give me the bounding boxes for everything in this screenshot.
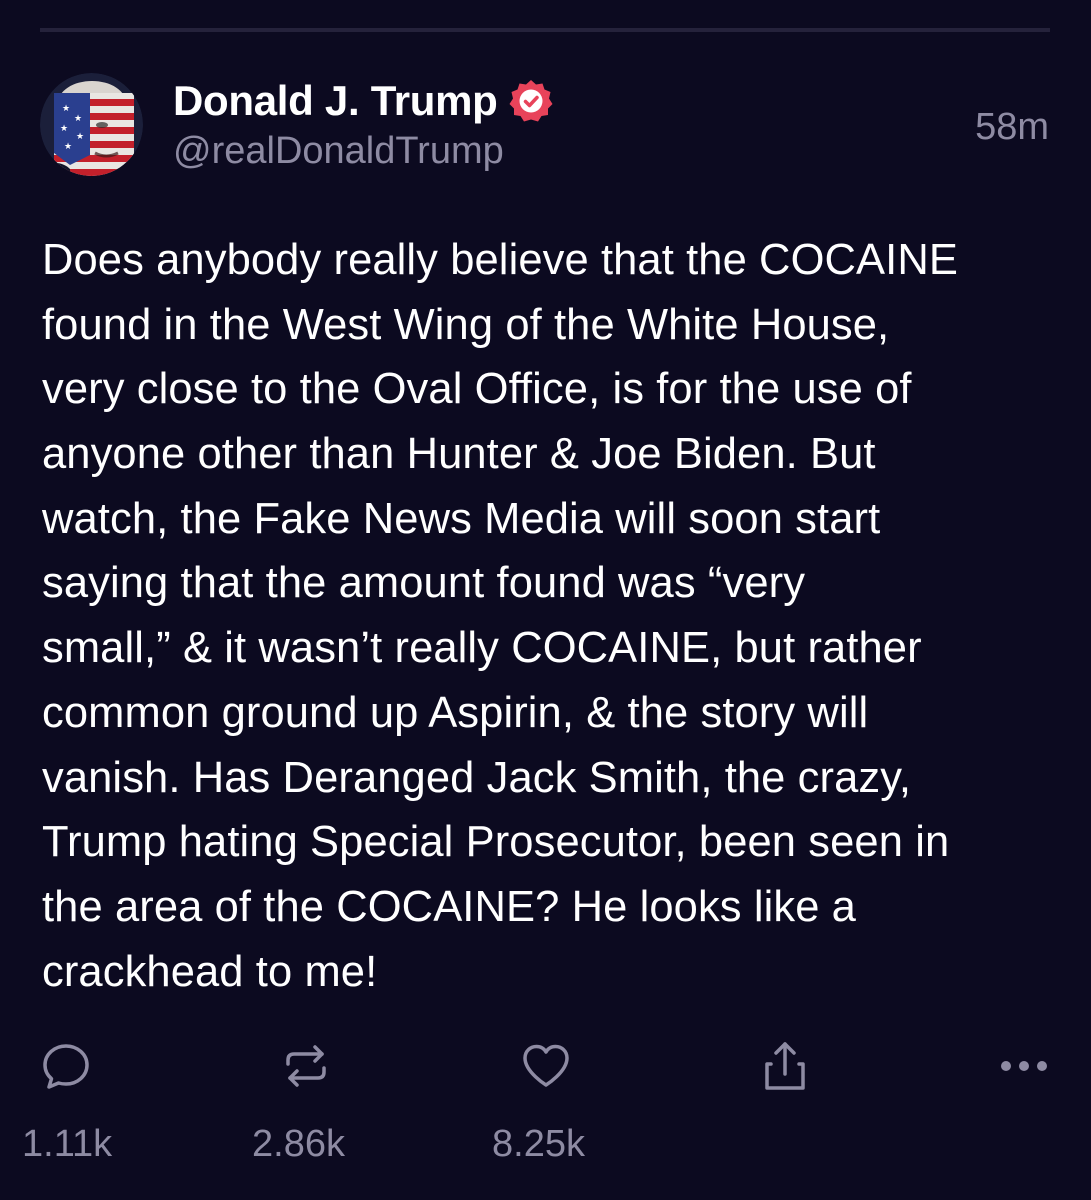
author-name-row: Donald J. Trump [173, 74, 554, 128]
share-button[interactable] [757, 1038, 813, 1094]
reply-bubble-icon [43, 1044, 89, 1089]
verified-badge-icon [508, 78, 554, 124]
post-text-line: watch, the Fake News Media will soon sta… [42, 494, 881, 543]
svg-text:★: ★ [60, 124, 68, 134]
svg-text:★: ★ [76, 132, 84, 142]
like-count: 8.25k [492, 1123, 585, 1165]
heart-icon [523, 1044, 569, 1087]
share-icon [765, 1042, 805, 1090]
svg-text:★: ★ [64, 142, 72, 152]
post-text-line: anyone other than Hunter & Joe Biden. Bu… [42, 430, 876, 479]
post-text-line: Trump hating Special Prosecutor, been se… [42, 818, 950, 867]
reply-button[interactable] [38, 1038, 94, 1094]
top-divider [40, 28, 1050, 32]
like-button[interactable] [518, 1038, 574, 1094]
repost-icon [286, 1045, 326, 1087]
post-text-line: small,” & it wasn’t really COCAINE, but … [42, 624, 922, 673]
author-avatar[interactable]: ★ ★ ★ ★ ★ [40, 73, 143, 176]
author-display-name[interactable]: Donald J. Trump [173, 77, 498, 125]
repost-button[interactable] [278, 1038, 334, 1094]
post-text-line: common ground up Aspirin, & the story wi… [42, 688, 869, 737]
svg-text:★: ★ [74, 114, 82, 124]
post-text-line: the area of the COCAINE? He looks like a [42, 882, 856, 931]
reply-count: 1.11k [22, 1123, 113, 1165]
post-text-line: vanish. Has Deranged Jack Smith, the cra… [42, 753, 912, 802]
post-text-line: crackhead to me! [42, 947, 378, 996]
flag-face-avatar-icon: ★ ★ ★ ★ ★ [40, 73, 143, 176]
post-body: Does anybody really believe that the COC… [42, 228, 1072, 1004]
author-handle[interactable]: @realDonaldTrump [173, 130, 504, 173]
repost-count: 2.86k [252, 1123, 345, 1165]
svg-text:★: ★ [62, 104, 70, 114]
post-text-line: found in the West Wing of the White Hous… [42, 300, 890, 349]
more-dots-icon [1001, 1061, 1047, 1071]
post-text-line: very close to the Oval Office, is for th… [42, 365, 912, 414]
post-text-line: Does anybody really believe that the COC… [42, 236, 958, 284]
post-text-line: saying that the amount found was “very [42, 559, 806, 608]
post-timestamp[interactable]: 58m [975, 106, 1049, 149]
more-button[interactable] [996, 1038, 1052, 1094]
